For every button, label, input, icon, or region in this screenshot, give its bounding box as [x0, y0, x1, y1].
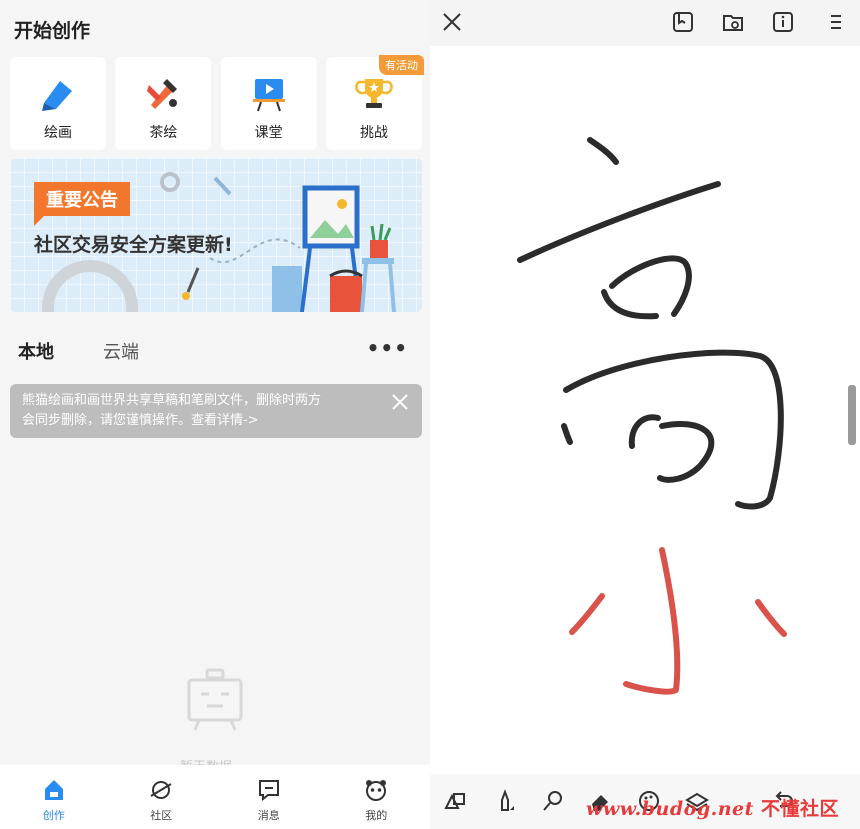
tile-classroom[interactable]: 课堂 — [220, 57, 317, 150]
dark-strokes — [517, 137, 784, 510]
stroke-box-bottom — [601, 289, 659, 320]
announcement-tag: 重要公告 — [34, 182, 130, 226]
stroke-vertical-hook — [623, 547, 681, 695]
watermark-url: www.budog.net — [586, 798, 754, 820]
tile-tea-painting[interactable]: 茶绘 — [115, 57, 212, 150]
stroke-left-tick — [561, 423, 573, 445]
nav-label: 创作 — [42, 809, 65, 822]
nav-profile[interactable]: 我的 — [323, 765, 431, 829]
pencil-icon[interactable] — [492, 788, 518, 814]
tile-label: 茶绘 — [149, 125, 178, 141]
red-strokes — [569, 547, 787, 695]
nav-label: 社区 — [150, 809, 173, 822]
tile-draw[interactable]: 绘画 — [10, 57, 106, 150]
stroke-horizontal — [517, 181, 721, 263]
notice-line-1: 熊猫绘画和画世界共享草稿和笔刷文件，删除时两方 — [22, 393, 322, 408]
info-icon[interactable] — [771, 10, 795, 34]
stroke-frame — [563, 349, 784, 510]
stroke-dot — [587, 137, 619, 165]
sync-notice[interactable]: 熊猫绘画和画世界共享草稿和笔刷文件，删除时两方 会同步删除，请您谨慎操作。查看详… — [10, 384, 422, 438]
more-options-button[interactable]: ••• — [367, 336, 408, 360]
creation-tiles: 绘画 茶绘 课堂 有活动 挑战 — [10, 55, 424, 150]
nav-community[interactable]: 社区 — [108, 765, 216, 829]
watermark: www.budog.net 不懂社区 — [586, 794, 839, 821]
nav-messages[interactable]: 消息 — [215, 765, 323, 829]
nav-create[interactable]: 创作 — [0, 765, 108, 829]
bottom-nav: 创作 社区 消息 我的 — [0, 765, 430, 829]
tab-cloud[interactable]: 云端 — [103, 338, 139, 364]
create-icon — [44, 780, 63, 800]
shapes-icon[interactable] — [442, 788, 468, 814]
canvas-scroll-handle[interactable] — [848, 385, 856, 445]
tile-label: 绘画 — [44, 125, 72, 141]
close-icon[interactable] — [390, 392, 410, 412]
tab-local[interactable]: 本地 — [18, 338, 54, 364]
announcement-banner[interactable]: 重要公告 社区交易安全方案更新! — [10, 158, 422, 312]
classroom-icon — [249, 73, 289, 113]
watermark-site: 不懂社区 — [761, 798, 840, 820]
pen-icon — [38, 73, 78, 113]
banner-headline: 社区交易安全方案更新! — [34, 234, 233, 256]
close-icon[interactable] — [440, 10, 464, 34]
drawing-canvas-screen — [430, 0, 860, 829]
message-icon — [258, 780, 279, 802]
menu-icon[interactable] — [824, 10, 848, 34]
brush-icon[interactable] — [540, 788, 566, 814]
planet-icon — [150, 781, 172, 799]
stroke-inner-left — [628, 414, 661, 449]
stroke-box-top — [609, 255, 692, 317]
section-title: 开始创作 — [14, 20, 91, 42]
storage-tabs: 本地 云端 ••• — [0, 332, 430, 372]
drawing-canvas[interactable] — [430, 46, 860, 774]
bookmark-icon[interactable] — [671, 10, 695, 34]
folder-icon[interactable] — [721, 10, 745, 34]
home-screen: 开始创作 绘画 茶绘 课堂 有活动 挑战 重要公告 社区交易安全方案更新! 本地… — [0, 0, 430, 829]
stroke-left-dot — [569, 593, 605, 635]
trophy-icon — [354, 73, 394, 113]
tile-challenge[interactable]: 有活动 挑战 — [325, 55, 424, 150]
stroke-inner-box — [657, 420, 715, 483]
canvas-topbar — [430, 0, 860, 46]
nav-label: 我的 — [365, 809, 388, 822]
tile-label: 课堂 — [254, 125, 283, 141]
tile-label: 挑战 — [359, 125, 388, 141]
stroke-right-dot — [755, 599, 787, 637]
empty-board-icon — [187, 668, 243, 731]
activity-badge: 有活动 — [378, 55, 424, 75]
panda-icon — [366, 780, 387, 801]
brush-icon — [143, 73, 183, 113]
nav-label: 消息 — [257, 809, 280, 822]
notice-line-2: 会同步删除，请您谨慎操作。查看详情-> — [22, 413, 259, 428]
